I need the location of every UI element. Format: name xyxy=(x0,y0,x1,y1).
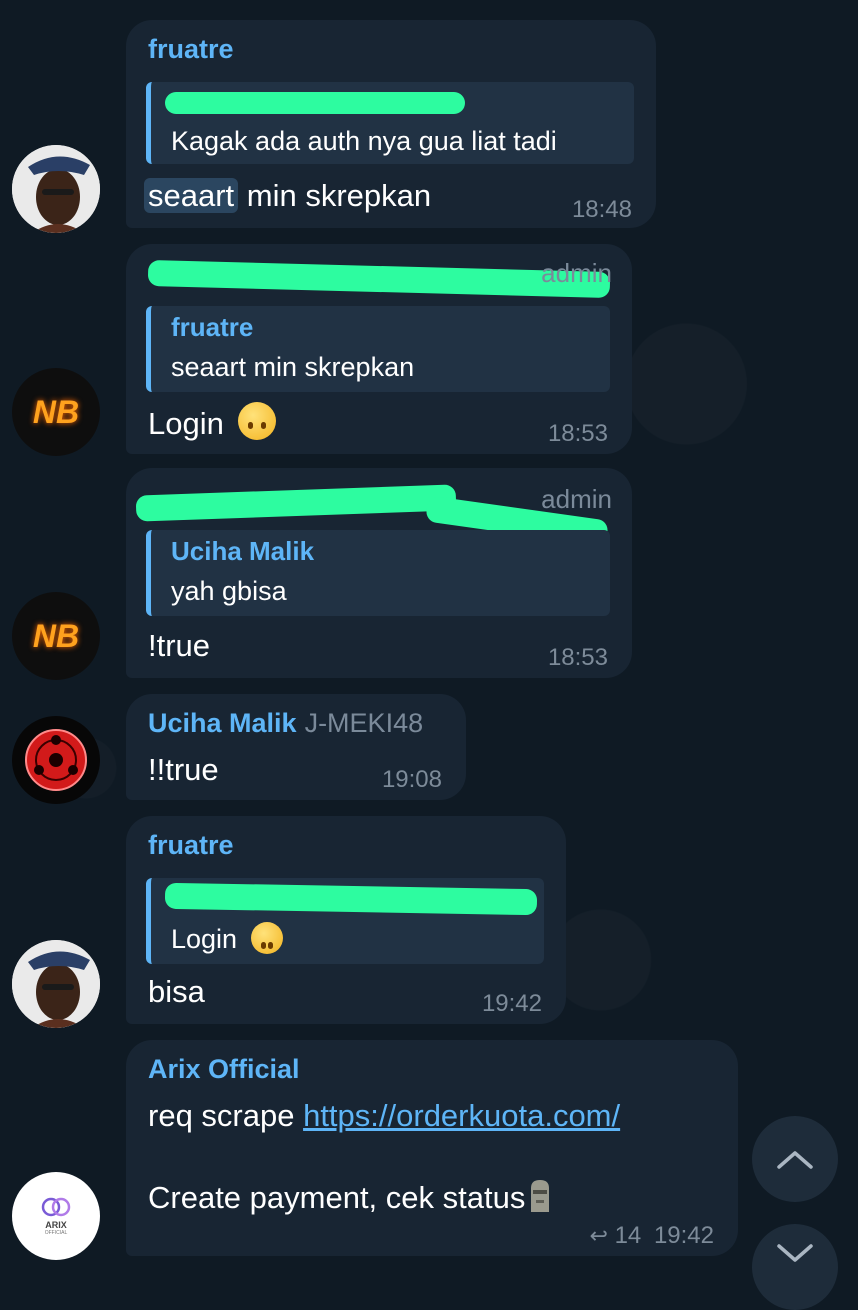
message-text: seaart min skrepkan xyxy=(144,178,431,214)
quote-text: Kagak ada auth nya gua liat tadi xyxy=(171,126,557,156)
sender-name[interactable]: fruatre xyxy=(148,830,234,861)
message-link[interactable]: https://orderkuota.com/ xyxy=(303,1098,620,1133)
message-bubble[interactable]: Arix Official req scrape https://orderku… xyxy=(126,1040,738,1256)
user-avatar[interactable] xyxy=(12,145,100,233)
message-text-line2: Create payment, cek status xyxy=(148,1178,555,1216)
sharingan-icon xyxy=(25,729,87,791)
message-text: req scrape https://orderkuota.com/ xyxy=(148,1098,621,1133)
chevron-up-icon xyxy=(777,1151,813,1169)
message-time: 18:53 xyxy=(547,644,608,671)
quote-sender: fruatre xyxy=(171,312,254,342)
scroll-down-button[interactable] xyxy=(752,1224,838,1310)
sender-name[interactable]: fruatre xyxy=(148,34,234,65)
quote-text: seaart min skrepkan xyxy=(171,352,415,382)
message-text: !!true xyxy=(148,752,219,787)
quote-text: Login xyxy=(171,922,283,955)
sender-name[interactable]: Arix Official xyxy=(148,1054,300,1085)
chevron-down-icon xyxy=(777,1244,813,1262)
avatar-label: NB xyxy=(32,393,80,430)
avatar-sublabel: OFFICIAL xyxy=(44,1230,68,1236)
reply-quote[interactable]: Uciha Malik yah gbisa xyxy=(146,530,610,616)
message-bubble[interactable]: admin Uciha Malik yah gbisa !true 18:53 xyxy=(126,468,632,678)
upside-down-face-icon xyxy=(238,402,277,440)
message-bubble[interactable]: admin fruatre seaart min skrepkan Login … xyxy=(126,244,632,454)
nb-avatar[interactable]: NB xyxy=(12,368,100,456)
reply-quote[interactable]: fruatre seaart min skrepkan xyxy=(146,306,610,392)
scroll-up-button[interactable] xyxy=(752,1116,838,1202)
user-avatar[interactable] xyxy=(12,940,100,1028)
sender-role: admin xyxy=(541,258,612,288)
nb-avatar[interactable]: NB xyxy=(12,592,100,680)
sharingan-avatar[interactable] xyxy=(12,716,100,804)
message-bubble[interactable]: Uciha Malik J-MEKI48 !!true 19:08 xyxy=(126,694,466,800)
highlighted-word: seaart xyxy=(144,178,239,213)
redaction-mark xyxy=(135,484,457,522)
arix-avatar[interactable]: ARIX OFFICIAL xyxy=(12,1172,100,1260)
redaction-mark xyxy=(164,882,538,916)
message-time: 18:48 xyxy=(571,196,632,223)
message-time: 19:08 xyxy=(381,766,442,793)
message-time: 18:53 xyxy=(547,420,608,447)
avatar-label: ARIX xyxy=(45,1220,67,1230)
message-bubble[interactable]: fruatre Login bisa 19:42 xyxy=(126,816,566,1024)
message-meta: ↩ 14 19:42 xyxy=(589,1222,714,1250)
message-bubble[interactable]: fruatre Kagak ada auth nya gua liat tadi… xyxy=(126,20,656,228)
upside-down-face-icon xyxy=(250,922,283,954)
message-text: Login xyxy=(148,402,277,442)
sender-role: J-MEKI48 xyxy=(304,708,424,738)
reply-count[interactable]: 14 xyxy=(615,1222,642,1249)
sender-role: admin xyxy=(541,484,612,514)
sender-name[interactable]: Uciha Malik J-MEKI48 xyxy=(148,708,423,739)
quote-text: yah gbisa xyxy=(171,576,287,606)
person-photo-icon xyxy=(12,940,100,1028)
message-time: 19:42 xyxy=(653,1222,714,1249)
message-text: bisa xyxy=(148,974,205,1009)
quote-sender: Uciha Malik xyxy=(171,536,315,566)
avatar-label: NB xyxy=(32,617,80,654)
person-photo-icon xyxy=(12,145,100,233)
message-time: 19:42 xyxy=(481,990,542,1017)
reply-quote[interactable]: Login xyxy=(146,878,544,964)
arix-logo-icon xyxy=(41,1197,71,1217)
moai-icon xyxy=(531,1180,550,1212)
reply-quote[interactable]: Kagak ada auth nya gua liat tadi xyxy=(146,82,634,164)
message-text: !true xyxy=(148,628,211,663)
reply-arrow-icon: ↩ xyxy=(589,1223,608,1248)
redaction-mark xyxy=(165,92,465,114)
